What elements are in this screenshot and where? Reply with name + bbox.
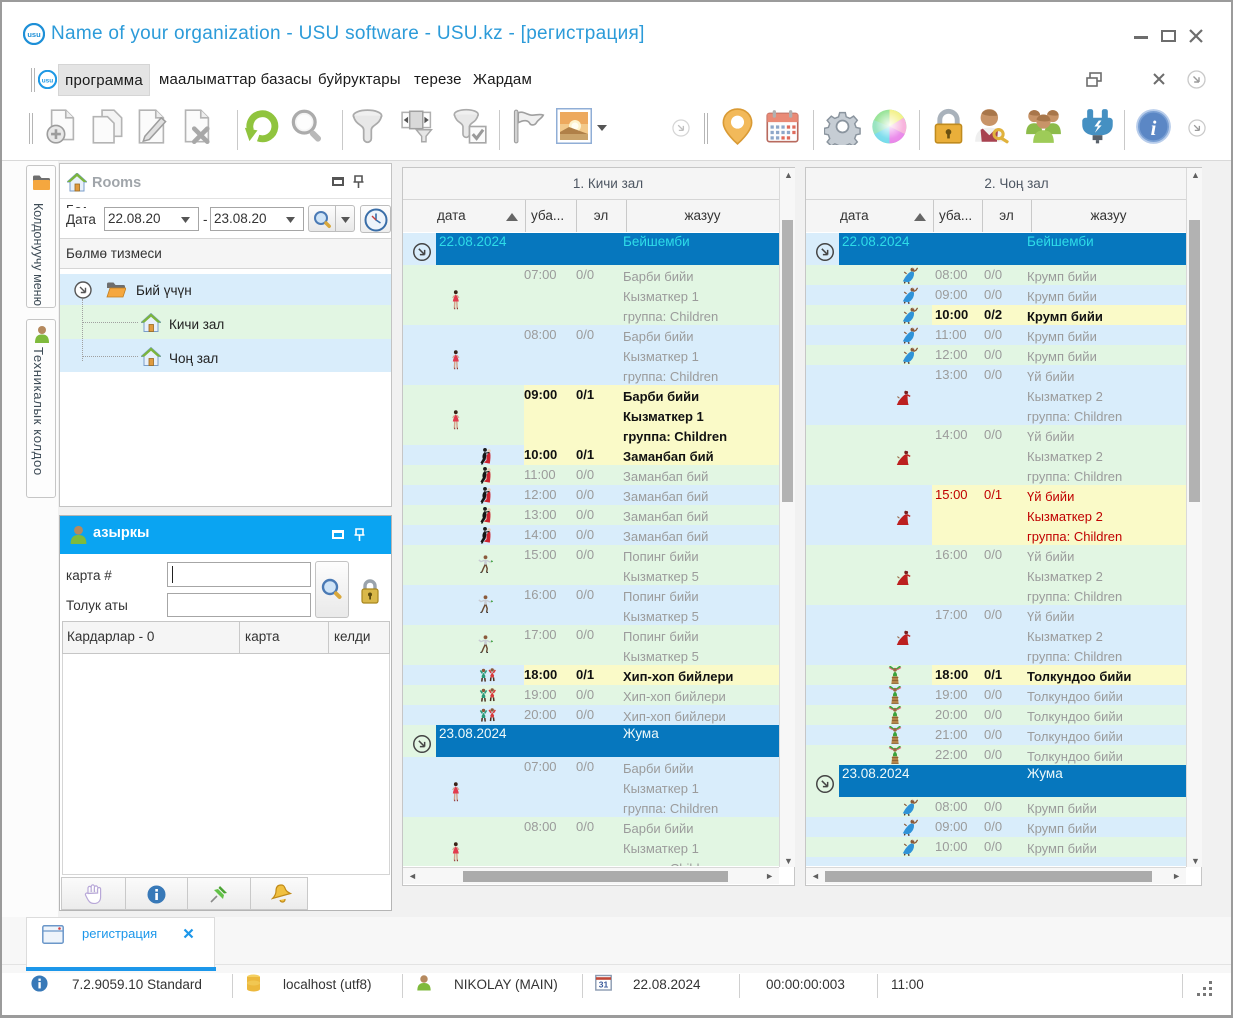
svg-text:usu: usu — [42, 77, 54, 84]
svg-text:31: 31 — [599, 980, 609, 990]
svg-text:i: i — [1151, 118, 1157, 140]
svg-text:usu: usu — [27, 30, 41, 39]
